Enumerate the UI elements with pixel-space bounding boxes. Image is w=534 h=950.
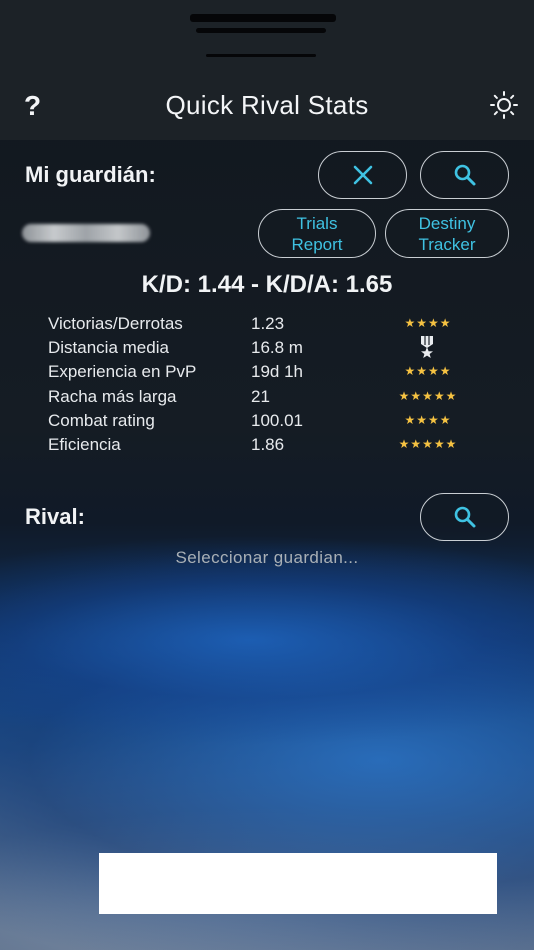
stat-row: Combat rating 100.01 ★★★★ (48, 411, 488, 435)
stat-label: Victorias/Derrotas (48, 314, 183, 333)
trials-report-label-2: Report (291, 234, 343, 254)
my-guardian-label: Mi guardián: (25, 162, 156, 187)
star-rating: ★★★★ (404, 316, 452, 330)
stat-value: 1.23 (251, 314, 285, 333)
ad-banner[interactable] (99, 853, 497, 914)
star-rating: ★★★★ (404, 413, 452, 427)
stat-label: Experiencia en PvP (48, 362, 197, 381)
stat-label: Eficiencia (48, 435, 121, 454)
sun-icon[interactable] (489, 90, 519, 120)
stat-row: Distancia media 16.8 m (48, 336, 488, 362)
stat-label: Combat rating (48, 411, 155, 430)
star-rating: ★★★★ (404, 364, 452, 378)
stat-row: Victorias/Derrotas 1.23 ★★★★ (48, 314, 488, 338)
stat-row: Experiencia en PvP 19d 1h ★★★★ (48, 362, 488, 386)
destiny-tracker-label-1: Destiny (418, 213, 476, 233)
search-icon (454, 506, 475, 528)
star-rating: ★★★★★ (398, 437, 458, 451)
search-guardian-button[interactable] (420, 151, 509, 199)
stat-value: 1.86 (251, 435, 285, 454)
guardian-name-redacted (22, 224, 150, 242)
close-icon (353, 165, 372, 185)
stat-value: 21 (251, 387, 270, 406)
stat-label: Distancia media (48, 338, 169, 357)
destiny-tracker-button[interactable]: Destiny Tracker (385, 209, 509, 258)
stat-row: Racha más larga 21 ★★★★★ (48, 387, 488, 411)
stat-label: Racha más larga (48, 387, 177, 406)
search-icon (454, 164, 475, 186)
medal-icon (421, 336, 433, 358)
app-title: Quick Rival Stats (165, 90, 369, 120)
destiny-tracker-label-2: Tracker (418, 234, 476, 254)
kd-summary: K/D: 1.44 - K/D/A: 1.65 (141, 271, 393, 298)
clear-guardian-button[interactable] (318, 151, 407, 199)
stat-value: 19d 1h (251, 362, 303, 381)
star-rating: ★★★★★ (398, 389, 458, 403)
top-bar: ? Quick Rival Stats (0, 0, 534, 140)
status-bar-redacted (188, 12, 338, 60)
earth-background (0, 0, 534, 950)
trials-report-button[interactable]: Trials Report (258, 209, 376, 258)
stat-row: Eficiencia 1.86 ★★★★★ (48, 435, 488, 459)
search-rival-button[interactable] (420, 493, 509, 541)
stat-value: 100.01 (251, 411, 303, 430)
stat-value: 16.8 m (251, 338, 303, 357)
rival-placeholder[interactable]: Seleccionar guardian... (0, 548, 534, 568)
trials-report-label-1: Trials (296, 213, 338, 233)
rival-label: Rival: (25, 504, 85, 529)
